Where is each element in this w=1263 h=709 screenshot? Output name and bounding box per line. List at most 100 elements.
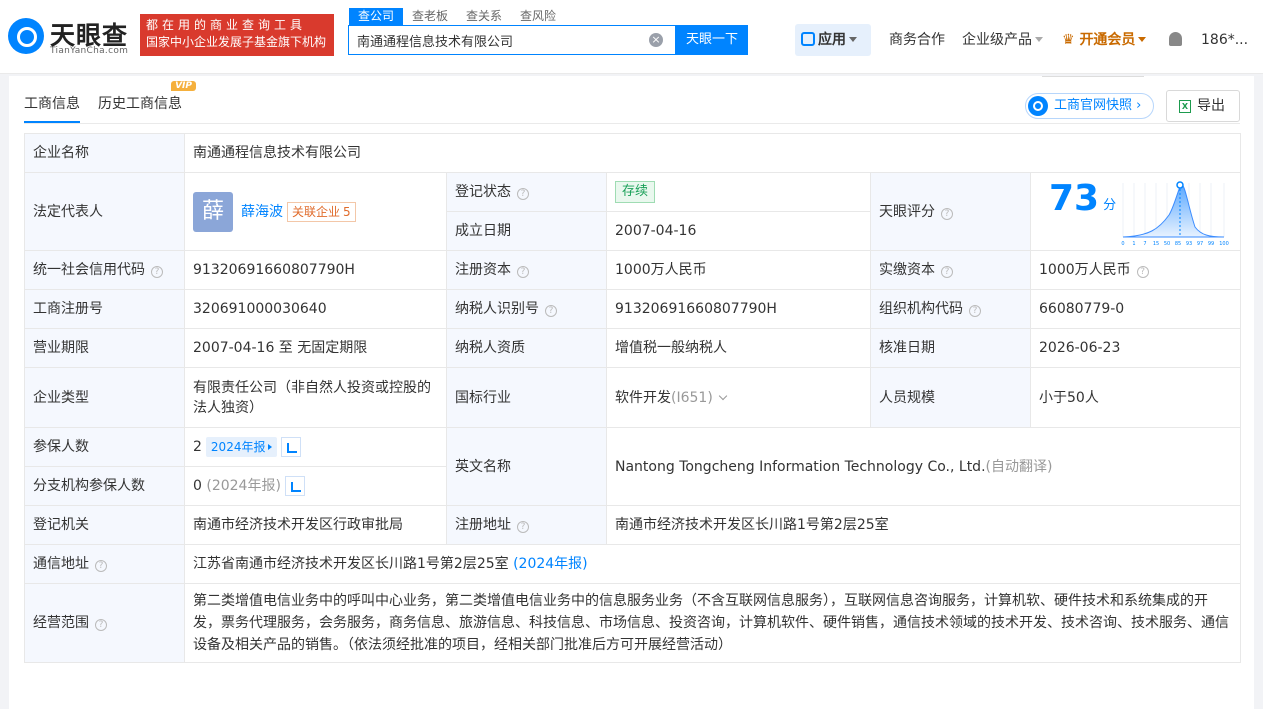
snapshot-label: 工商官网快照 [1054, 98, 1133, 113]
export-label: 导出 [1197, 98, 1225, 114]
clear-icon[interactable]: × [649, 33, 663, 47]
help-icon[interactable]: ? [151, 266, 163, 278]
type-value: 有限责任公司（非自然人投资或控股的法人独资） [184, 367, 447, 428]
chevron-down-icon [1035, 37, 1043, 42]
english-name-label: 英文名称 [446, 427, 607, 506]
help-icon[interactable]: ? [941, 266, 953, 278]
vip-badge: VIP [171, 81, 196, 91]
score-chart-tick-label: 85 [1175, 241, 1181, 247]
table-row: 企业类型 有限责任公司（非自然人投资或控股的法人独资） 国标行业 软件开发(I6… [24, 367, 1241, 428]
export-button[interactable]: X 导出 [1166, 90, 1240, 122]
avatar[interactable]: 薛 [193, 191, 233, 232]
nav-business[interactable]: 商务合作 [889, 24, 945, 56]
tab-basic-info[interactable]: 工商信息 [24, 93, 80, 123]
help-icon[interactable]: ? [95, 560, 107, 572]
top-header: 天眼查 TianYanCha.com 都在用的商业查询工具 国家中小企业发展子基… [0, 0, 1263, 74]
chevron-down-icon [718, 391, 728, 400]
scope-label: 经营范围? [24, 583, 185, 663]
related-companies-label: 关联企业 [292, 204, 341, 219]
english-name-cell: Nantong Tongcheng Information Technology… [606, 427, 1241, 506]
company-name-value: 南通通程信息技术有限公司 [184, 133, 1241, 173]
notification-bell-icon[interactable] [1169, 24, 1185, 56]
legal-rep-name[interactable]: 薛海波 [241, 204, 283, 220]
help-icon[interactable]: ? [941, 207, 953, 220]
paid-capital-label: 实缴资本? [870, 250, 1031, 290]
found-date-value: 2007-04-16 [606, 211, 871, 251]
search-tab-boss[interactable]: 查老板 [403, 8, 457, 25]
slogan-banner: 都在用的商业查询工具 国家中小企业发展子基金旗下机构 [140, 14, 334, 56]
trend-chart-icon[interactable] [284, 476, 305, 496]
contact-address-cell: 江苏省南通市经济技术开发区长川路1号第2层25室 (2024年报) [184, 544, 1241, 584]
type-label: 企业类型 [24, 367, 185, 428]
tab-divider [24, 123, 1240, 124]
term-label: 营业期限 [24, 328, 185, 368]
search-tab-risk[interactable]: 查风险 [511, 8, 565, 25]
tab-history-info[interactable]: 历史工商信息 VIP [98, 81, 196, 123]
org-code-label: 组织机构代码? [870, 289, 1031, 329]
excel-icon: X [1179, 100, 1191, 113]
chevron-down-icon [849, 37, 857, 42]
industry-value: 软件开发 [615, 389, 671, 406]
company-name-label: 企业名称 [24, 133, 185, 173]
insured-year-tag[interactable]: 2024年报 [205, 437, 278, 457]
business-info-card: 工商信息 历史工商信息 VIP 工商官网快照 › X 导出 企业名称 南通通程信息技… [9, 76, 1254, 709]
help-icon[interactable]: ? [545, 305, 557, 317]
help-icon[interactable]: ? [517, 521, 529, 533]
branch-insured-value: 0 [193, 478, 202, 494]
taxpayer-qual-value: 增值税一般纳税人 [606, 328, 871, 368]
search-tab-relation[interactable]: 查关系 [457, 8, 511, 25]
table-row: 营业期限 2007-04-16 至 无固定期限 纳税人资质 增值税一般纳税人 核… [24, 328, 1241, 368]
score-chart-tick-label: 1 [1132, 241, 1135, 247]
trend-chart-icon[interactable] [281, 437, 302, 457]
taxpayer-id-label: 纳税人识别号? [446, 289, 607, 329]
search-button[interactable]: 天眼一下 [676, 25, 748, 55]
logo-subtext: TianYanCha.com [50, 46, 129, 56]
contact-address-year[interactable]: (2024年报) [513, 556, 588, 572]
table-row: 企业名称 南通通程信息技术有限公司 [24, 133, 1241, 173]
app-menu-button[interactable]: 应用 [795, 24, 871, 56]
help-icon[interactable]: ? [517, 266, 529, 278]
globe-icon [1028, 96, 1048, 116]
insured-cell: 2 2024年报 [184, 427, 447, 467]
business-info-table: 企业名称 南通通程信息技术有限公司 法定代表人 薛薛海波 关联企业 5 登记状态? … [24, 133, 1241, 663]
taxpayer-id-value: 91320691660807790H [606, 289, 871, 329]
help-icon[interactable]: ? [969, 305, 981, 317]
help-icon[interactable]: ? [1136, 266, 1149, 278]
help-icon[interactable]: ? [517, 188, 529, 200]
official-snapshot-button[interactable]: 工商官网快照 › [1025, 93, 1155, 119]
tianyancha-logo[interactable]: 天眼查 TianYanCha.com [8, 14, 133, 58]
dropdown-edge [1042, 76, 1144, 77]
score-chart-tick-label: 7 [1143, 241, 1146, 247]
score-cell[interactable]: 73 分 0 1 7 15 50 85 93 97 99 100 [1030, 172, 1241, 251]
score-chart-tick-label: 15 [1153, 241, 1159, 247]
nav-vip[interactable]: ♛ 开通会员 [1062, 24, 1147, 56]
score-value: 73 [1049, 178, 1100, 219]
org-code-value: 66080779-0 [1030, 289, 1241, 329]
approve-date-value: 2026-06-23 [1030, 328, 1241, 368]
search-input[interactable] [349, 26, 639, 54]
found-date-label: 成立日期 [446, 211, 607, 251]
nav-enterprise-label: 企业级产品 [962, 32, 1032, 48]
reg-capital-value: 1000万人民币 [606, 250, 871, 290]
english-name-value: Nantong Tongcheng Information Technology… [615, 458, 986, 475]
table-row: 法定代表人 薛薛海波 关联企业 5 登记状态? 存续 天眼评分? 73 分 0 1 7 15… [24, 172, 1241, 251]
insured-value: 2 [193, 439, 202, 455]
taxpayer-qual-label: 纳税人资质 [446, 328, 607, 368]
branch-insured-cell: 0 (2024年报) [184, 466, 447, 506]
industry-cell[interactable]: 软件开发(I651) [606, 367, 871, 428]
nav-vip-label: 开通会员 [1079, 32, 1136, 48]
reg-no-value: 320691000030640 [184, 289, 447, 329]
credit-code-label: 统一社会信用代码? [24, 250, 185, 290]
related-companies-badge[interactable]: 关联企业 5 [287, 201, 356, 222]
insured-label: 参保人数 [24, 427, 185, 467]
logo-eye-icon [8, 18, 44, 54]
slogan-line-2: 国家中小企业发展子基金旗下机构 [146, 35, 327, 49]
nav-enterprise[interactable]: 企业级产品 [962, 24, 1043, 56]
user-account[interactable]: 186*... [1201, 24, 1248, 56]
help-icon[interactable]: ? [95, 619, 107, 631]
search-tab-company[interactable]: 查公司 [349, 8, 404, 25]
app-grid-icon [801, 32, 815, 46]
legal-rep-label: 法定代表人 [24, 172, 185, 251]
table-row: 工商注册号 320691000030640 纳税人识别号? 9132069166… [24, 289, 1241, 329]
score-unit: 分 [1103, 198, 1117, 213]
